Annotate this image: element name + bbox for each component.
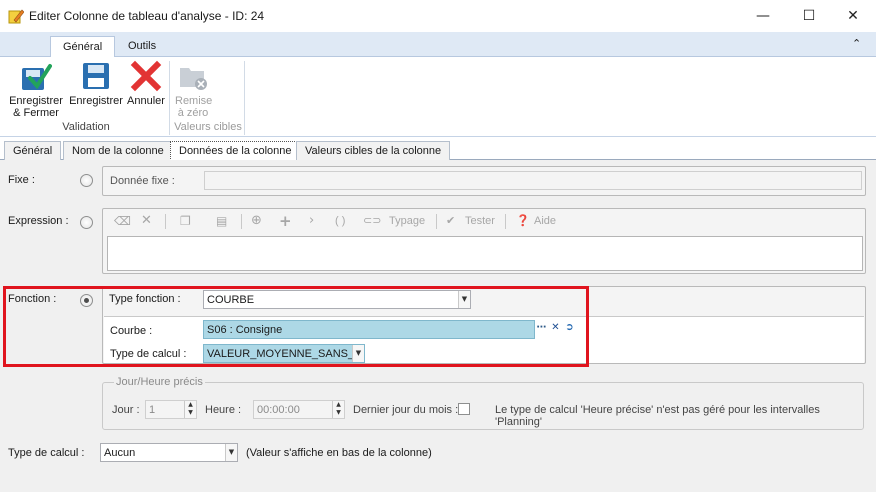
tab-valeurs-cibles[interactable]: Valeurs cibles de la colonne: [296, 141, 451, 160]
donnee-fixe-label: Donnée fixe :: [110, 175, 175, 187]
heure-spinner[interactable]: 00:00:00 ▲ ▼: [253, 400, 345, 419]
expression-box: ⌫ ✕ ❐ ▤ ⊕ + › ( ) ⊂⊃ Typage ✔ Tester ❓ A…: [102, 208, 866, 274]
save-close-label: Enregistrer & Fermer: [9, 95, 63, 119]
toolbar-separator: [241, 214, 242, 229]
ribbon-group-separator: [244, 61, 245, 135]
expression-editor[interactable]: [107, 236, 863, 271]
content-tab-strip: Général Nom de la colonne Données de la …: [0, 138, 876, 161]
folder-reset-icon: [180, 68, 207, 90]
jour-label: Jour :: [112, 404, 140, 416]
ribbon-group-separator: [169, 61, 170, 135]
paste-icon[interactable]: ▤: [216, 209, 227, 233]
delete-icon[interactable]: ✕: [141, 209, 152, 233]
chevron-right-icon[interactable]: ›: [309, 209, 314, 233]
jour-heure-legend: Jour/Heure précis: [114, 376, 205, 388]
heure-value: 00:00:00: [257, 404, 300, 416]
ribbon-collapse-icon[interactable]: ⌃: [852, 37, 861, 50]
minimize-button[interactable]: —: [740, 0, 786, 32]
ribbon-tab-general[interactable]: Général: [50, 36, 116, 57]
highlight-rectangle: [3, 286, 589, 367]
bottom-type-calcul-label: Type de calcul :: [8, 447, 85, 459]
dernier-jour-checkbox[interactable]: [458, 403, 470, 415]
broom-icon[interactable]: ⌫: [114, 209, 131, 233]
heure-label: Heure :: [205, 404, 242, 416]
plus-icon[interactable]: +: [279, 209, 292, 233]
toolbar-separator: [505, 214, 506, 229]
tab-nom-colonne[interactable]: Nom de la colonne: [63, 141, 173, 160]
aide-button[interactable]: Aide: [534, 209, 556, 233]
expression-label: Expression :: [8, 215, 69, 227]
ribbon-tab-outils[interactable]: Outils: [116, 36, 168, 57]
heure-precise-note: Le type de calcul 'Heure précise' n'est …: [495, 404, 820, 428]
donnee-fixe-input[interactable]: [204, 171, 862, 190]
main-panel: Fixe : Donnée fixe : Expression : ⌫ ✕ ❐ …: [0, 160, 876, 492]
spinner-arrows-icon: ▲ ▼: [332, 401, 344, 418]
tab-donnees-colonne[interactable]: Données de la colonne: [170, 141, 301, 161]
check-icon: ✔: [446, 214, 456, 227]
group-label-valeurs-cibles: Valeurs cibles: [174, 121, 242, 133]
title-bar: Editer Colonne de tableau d'analyse - ID…: [0, 0, 876, 32]
pencil-icon: [8, 9, 24, 24]
toolbar-separator: [165, 214, 166, 229]
save-button[interactable]: Enregistrer: [68, 60, 124, 107]
spinner-arrows-icon: ▲ ▼: [184, 401, 196, 418]
toolbar-separator: [436, 214, 437, 229]
expression-radio[interactable]: [80, 216, 93, 229]
bottom-type-calcul-note: (Valeur s'affiche en bas de la colonne): [246, 447, 432, 459]
group-label-validation: Validation: [62, 121, 110, 133]
jour-heure-group: Jour/Heure précis Jour : 1 ▲ ▼ Heure : 00…: [102, 376, 866, 432]
tester-button[interactable]: Tester: [465, 209, 495, 233]
jour-spinner[interactable]: 1 ▲ ▼: [145, 400, 197, 419]
bottom-type-calcul-value: Aucun: [104, 447, 136, 459]
bottom-type-calcul-select[interactable]: Aucun ▼: [100, 443, 238, 462]
ribbon-tab-strip: Général Outils ⌃: [0, 32, 876, 57]
dernier-jour-label: Dernier jour du mois :: [353, 404, 459, 416]
red-x-icon: [130, 60, 162, 92]
chevron-down-icon: ▼: [225, 444, 237, 461]
link-icon[interactable]: ⊂⊃: [363, 209, 381, 233]
fixe-radio[interactable]: [80, 174, 93, 187]
window-title: Editer Colonne de tableau d'analyse - ID…: [29, 9, 265, 23]
cancel-label: Annuler: [127, 95, 165, 107]
fixe-label: Fixe :: [8, 174, 35, 186]
help-icon: ❓: [516, 214, 530, 227]
jour-value: 1: [149, 404, 156, 416]
tab-general[interactable]: Général: [4, 141, 62, 160]
add-circle-icon[interactable]: ⊕: [251, 209, 262, 233]
save-label: Enregistrer: [69, 95, 123, 107]
parentheses-button[interactable]: ( ): [335, 209, 345, 233]
close-button[interactable]: ✕: [830, 0, 876, 32]
fixe-box: Donnée fixe :: [102, 166, 866, 196]
copy-icon[interactable]: ❐: [180, 209, 191, 233]
ribbon-body: Enregistrer & Fermer Enregistrer Annuler…: [0, 57, 876, 137]
floppy-icon: [83, 63, 109, 89]
maximize-button[interactable]: ☐: [786, 0, 832, 32]
cancel-button[interactable]: Annuler: [126, 60, 166, 107]
reset-button[interactable]: Remise à zéro: [171, 60, 215, 119]
save-close-button[interactable]: Enregistrer & Fermer: [6, 60, 66, 119]
expression-toolbar: ⌫ ✕ ❐ ▤ ⊕ + › ( ) ⊂⊃ Typage ✔ Tester ❓ A…: [103, 209, 865, 235]
reset-label: Remise à zéro: [175, 95, 213, 119]
typage-button[interactable]: Typage: [389, 209, 425, 233]
save-close-icon: [22, 64, 52, 90]
